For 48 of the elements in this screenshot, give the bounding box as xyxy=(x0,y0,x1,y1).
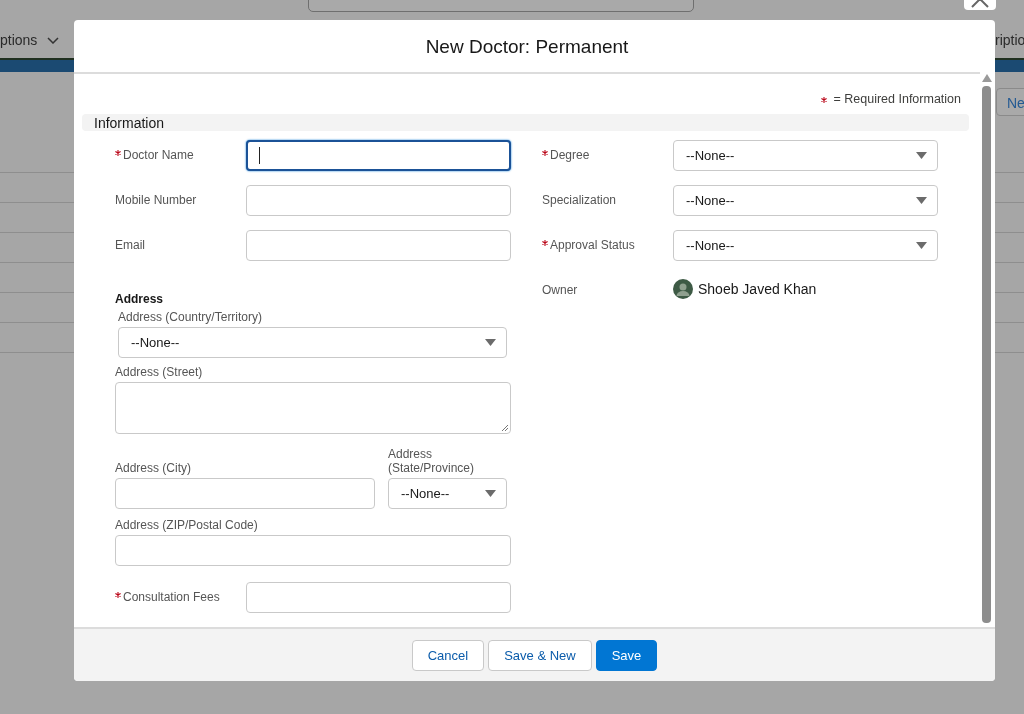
required-icon xyxy=(115,592,121,598)
field-label: Approval Status xyxy=(542,230,673,252)
owner-name[interactable]: Shoeb Javed Khan xyxy=(698,281,817,297)
dropdown-caret-icon xyxy=(916,197,927,204)
required-icon xyxy=(115,150,121,156)
field-label: Owner xyxy=(542,282,579,297)
nav-tab[interactable]: ptions xyxy=(0,32,38,48)
field-label: Address (ZIP/Postal Code) xyxy=(115,518,259,532)
field-label: Address (Country/Territory) xyxy=(118,310,264,324)
city-field[interactable] xyxy=(115,478,375,509)
address-heading: Address xyxy=(115,292,165,306)
required-icon xyxy=(542,150,548,156)
dropdown-caret-icon xyxy=(916,152,927,159)
picklist-select[interactable]: --None-- xyxy=(673,185,938,216)
required-note: = Required Information xyxy=(833,92,961,106)
primary-button[interactable]: Save xyxy=(595,639,658,671)
section-header: Information xyxy=(82,114,969,131)
chevron-down-icon[interactable] xyxy=(47,36,60,44)
scroll-up-icon[interactable] xyxy=(981,74,992,82)
country-select[interactable]: --None-- xyxy=(118,327,507,358)
dropdown-caret-icon xyxy=(916,242,927,249)
secondary-button[interactable]: Cancel xyxy=(411,639,485,671)
field-label: Consultation Fees xyxy=(115,582,246,604)
field-label: Address (City) xyxy=(115,461,192,475)
close-icon xyxy=(971,0,989,8)
field-label: Specialization xyxy=(542,192,618,207)
required-icon xyxy=(821,97,828,103)
field-label: Email xyxy=(115,237,146,252)
field-label: Degree xyxy=(542,140,673,162)
street-textarea[interactable] xyxy=(115,382,511,434)
resize-handle-icon xyxy=(501,424,508,431)
required-icon xyxy=(542,240,548,246)
text-field[interactable] xyxy=(246,140,511,171)
field-label: Address (Street) xyxy=(115,365,204,379)
picklist-select[interactable]: --None-- xyxy=(673,230,938,261)
dropdown-caret-icon xyxy=(485,339,496,346)
field-label: Mobile Number xyxy=(115,192,198,207)
field-label: Doctor Name xyxy=(115,140,246,162)
avatar-icon xyxy=(673,279,693,299)
text-cursor xyxy=(259,147,260,164)
state-select[interactable]: --None-- xyxy=(388,478,507,509)
dialog-title: New Doctor: Permanent xyxy=(425,36,629,58)
dropdown-caret-icon xyxy=(485,490,496,497)
secondary-button[interactable]: Save & New xyxy=(488,639,592,671)
zip-field[interactable] xyxy=(115,535,511,566)
nav-tab[interactable]: riptio xyxy=(995,32,1024,48)
picklist-select[interactable]: --None-- xyxy=(673,140,938,171)
field-label: Address (State/Province) xyxy=(388,447,476,475)
